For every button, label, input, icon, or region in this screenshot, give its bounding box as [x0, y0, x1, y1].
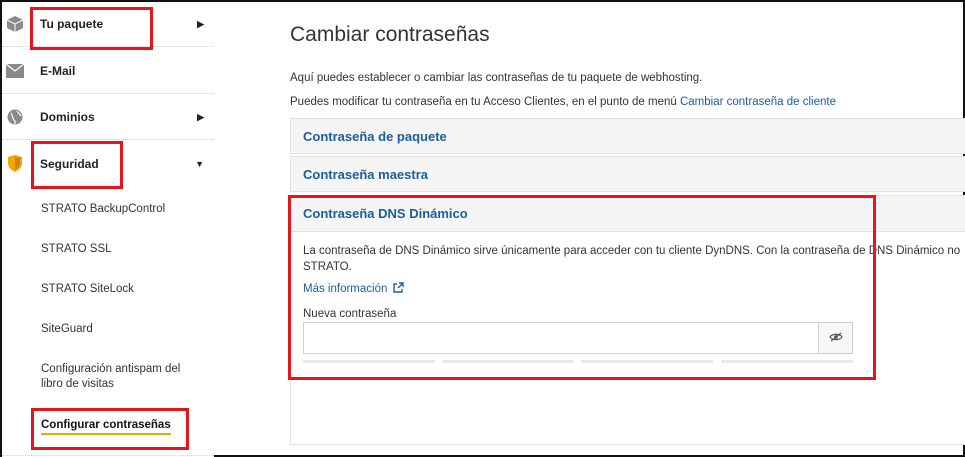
dyndns-description: La contraseña de DNS Dinámico sirve únic…	[303, 243, 965, 275]
page-title: Cambiar contraseñas	[290, 23, 490, 46]
sidebar-item-seguridad[interactable]: Seguridad ▼	[2, 141, 214, 186]
panel-title: Contraseña de paquete	[303, 128, 447, 144]
strength-bar-segment	[581, 360, 713, 363]
panel-contrasena-maestra[interactable]: Contraseña maestra	[290, 156, 965, 192]
panel-title: Contraseña DNS Dinámico	[303, 206, 468, 221]
sidebar-subitem-backupcontrol[interactable]: STRATO BackupControl	[41, 202, 201, 217]
sidebar-item-email[interactable]: E-Mail	[2, 49, 214, 94]
sidebar-item-tu-paquete[interactable]: Tu paquete ▶	[2, 2, 214, 47]
package-icon	[6, 15, 24, 33]
strength-bar-segment	[303, 360, 435, 363]
sidebar-item-label: Tu paquete	[40, 17, 104, 31]
panel-contrasena-dns-dinamico: Contraseña DNS Dinámico La contraseña de…	[290, 195, 965, 445]
panel-header[interactable]: Contraseña DNS Dinámico	[291, 196, 965, 232]
sidebar-item-label: Seguridad	[40, 156, 99, 171]
globe-icon	[6, 108, 24, 126]
eye-slash-icon	[828, 329, 843, 347]
external-link-icon	[391, 282, 404, 295]
panel-contrasena-paquete[interactable]: Contraseña de paquete	[290, 118, 965, 154]
change-client-password-link[interactable]: Cambiar contraseña de cliente	[680, 96, 836, 108]
strength-bar-segment	[721, 360, 853, 363]
chevron-down-icon: ▼	[195, 158, 204, 169]
shield-icon	[6, 155, 24, 173]
sidebar-subitem-siteguard[interactable]: SiteGuard	[41, 322, 201, 337]
dyndns-description-line: La contraseña de DNS Dinámico sirve únic…	[303, 245, 961, 257]
chevron-right-icon: ▶	[197, 111, 204, 122]
intro-text: Aquí puedes establecer o cambiar las con…	[290, 72, 703, 84]
main-content: Cambiar contraseñas Aquí puedes establec…	[290, 2, 965, 457]
divider	[2, 455, 214, 456]
sidebar-subitem-configurar-contrasenas[interactable]: Configurar contraseñas	[41, 418, 171, 435]
sidebar-item-label: E-Mail	[40, 64, 76, 78]
dyndns-description-line: STRATO.	[303, 261, 352, 273]
intro-text-2-body: Puedes modificar tu contraseña en tu Acc…	[290, 96, 677, 108]
sidebar-item-label: Dominios	[40, 110, 95, 124]
chevron-right-icon: ▶	[197, 18, 204, 29]
sidebar-subitem-ssl[interactable]: STRATO SSL	[41, 242, 201, 257]
panel-title: Contraseña maestra	[303, 166, 428, 182]
strength-bar-segment	[442, 360, 574, 363]
sidebar-subitem-label: Configurar contraseñas	[41, 419, 171, 435]
envelope-icon	[6, 62, 24, 80]
sidebar: Tu paquete ▶ E-Mail Dominios ▶ Seguridad…	[2, 2, 214, 457]
intro-text-2: Puedes modificar tu contraseña en tu Acc…	[290, 96, 836, 108]
new-password-input[interactable]	[303, 322, 819, 354]
sidebar-subitem-antispam[interactable]: Configuración antispam del libro de visi…	[41, 362, 201, 392]
new-password-label: Nueva contraseña	[303, 308, 397, 320]
toggle-password-visibility-button[interactable]	[819, 322, 853, 354]
more-info-label: Más información	[303, 283, 388, 295]
sidebar-item-dominios[interactable]: Dominios ▶	[2, 95, 214, 140]
more-info-link[interactable]: Más información	[303, 282, 404, 295]
sidebar-subitem-sitelock[interactable]: STRATO SiteLock	[41, 282, 201, 297]
